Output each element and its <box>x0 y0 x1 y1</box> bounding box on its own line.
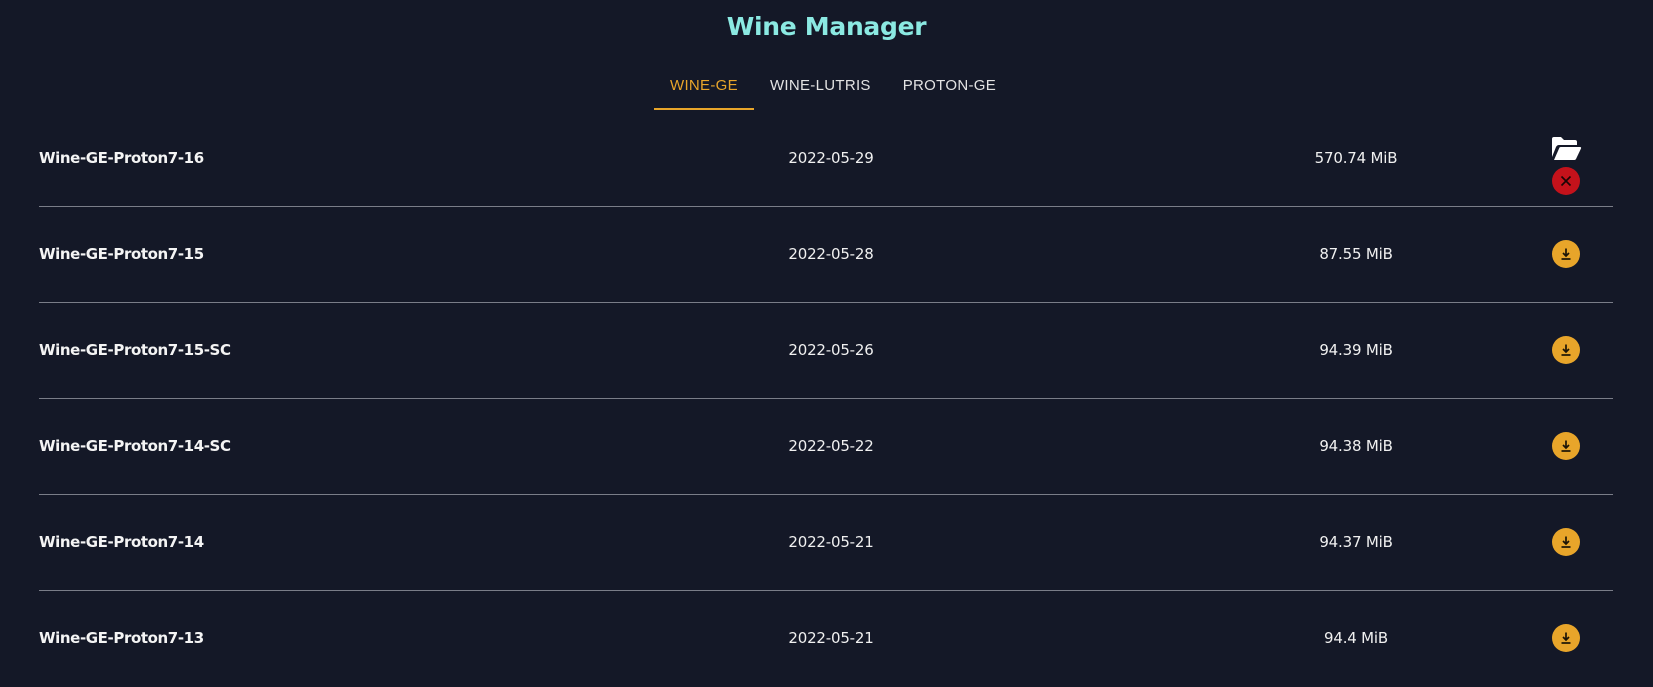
version-name: Wine-GE-Proton7-15-SC <box>39 341 231 359</box>
version-name: Wine-GE-Proton7-14 <box>39 533 204 551</box>
row-actions <box>1550 399 1582 493</box>
download-icon <box>1561 632 1571 644</box>
download-button[interactable] <box>1552 432 1580 460</box>
download-icon <box>1561 536 1571 548</box>
version-name: Wine-GE-Proton7-15 <box>39 245 204 263</box>
version-name: Wine-GE-Proton7-16 <box>39 149 204 167</box>
row-actions <box>1550 591 1582 685</box>
row-actions <box>1550 495 1582 589</box>
download-button[interactable] <box>1552 528 1580 556</box>
open-folder-button[interactable] <box>1550 136 1582 162</box>
release-date: 2022-05-22 <box>788 437 874 455</box>
list-item: Wine-GE-Proton7-15-SC 2022-05-26 94.39 M… <box>39 303 1613 399</box>
folder-open-icon <box>1552 137 1582 160</box>
version-name: Wine-GE-Proton7-13 <box>39 629 204 647</box>
download-size: 570.74 MiB <box>1314 149 1398 167</box>
download-icon <box>1561 248 1571 260</box>
tab-wine-lutris[interactable]: WINE-LUTRIS <box>754 68 887 110</box>
version-name: Wine-GE-Proton7-14-SC <box>39 437 231 455</box>
release-date: 2022-05-29 <box>788 149 874 167</box>
release-date: 2022-05-21 <box>788 533 874 551</box>
release-date: 2022-05-26 <box>788 341 874 359</box>
list-item: Wine-GE-Proton7-13 2022-05-21 94.4 MiB <box>39 591 1613 687</box>
row-actions <box>1550 303 1582 397</box>
download-button[interactable] <box>1552 336 1580 364</box>
row-actions <box>1550 111 1582 205</box>
download-size: 94.39 MiB <box>1319 341 1393 359</box>
version-tabs: WINE-GE WINE-LUTRIS PROTON-GE <box>654 68 1012 110</box>
download-size: 94.37 MiB <box>1319 533 1393 551</box>
download-size: 94.4 MiB <box>1324 629 1388 647</box>
row-actions <box>1550 207 1582 301</box>
download-icon <box>1561 344 1571 356</box>
list-item: Wine-GE-Proton7-15 2022-05-28 87.55 MiB <box>39 207 1613 303</box>
list-item: Wine-GE-Proton7-16 2022-05-29 570.74 MiB <box>39 111 1613 207</box>
download-icon <box>1561 440 1571 452</box>
tab-wine-ge[interactable]: WINE-GE <box>654 68 754 110</box>
close-icon <box>1560 175 1572 187</box>
list-item: Wine-GE-Proton7-14-SC 2022-05-22 94.38 M… <box>39 399 1613 495</box>
list-item: Wine-GE-Proton7-14 2022-05-21 94.37 MiB <box>39 495 1613 591</box>
download-size: 87.55 MiB <box>1319 245 1393 263</box>
download-button[interactable] <box>1552 624 1580 652</box>
release-date: 2022-05-28 <box>788 245 874 263</box>
download-button[interactable] <box>1552 240 1580 268</box>
remove-button[interactable] <box>1552 167 1580 195</box>
download-size: 94.38 MiB <box>1319 437 1393 455</box>
version-list: Wine-GE-Proton7-16 2022-05-29 570.74 MiB… <box>39 111 1613 687</box>
page-title: Wine Manager <box>726 12 927 41</box>
release-date: 2022-05-21 <box>788 629 874 647</box>
tab-proton-ge[interactable]: PROTON-GE <box>887 68 1012 110</box>
